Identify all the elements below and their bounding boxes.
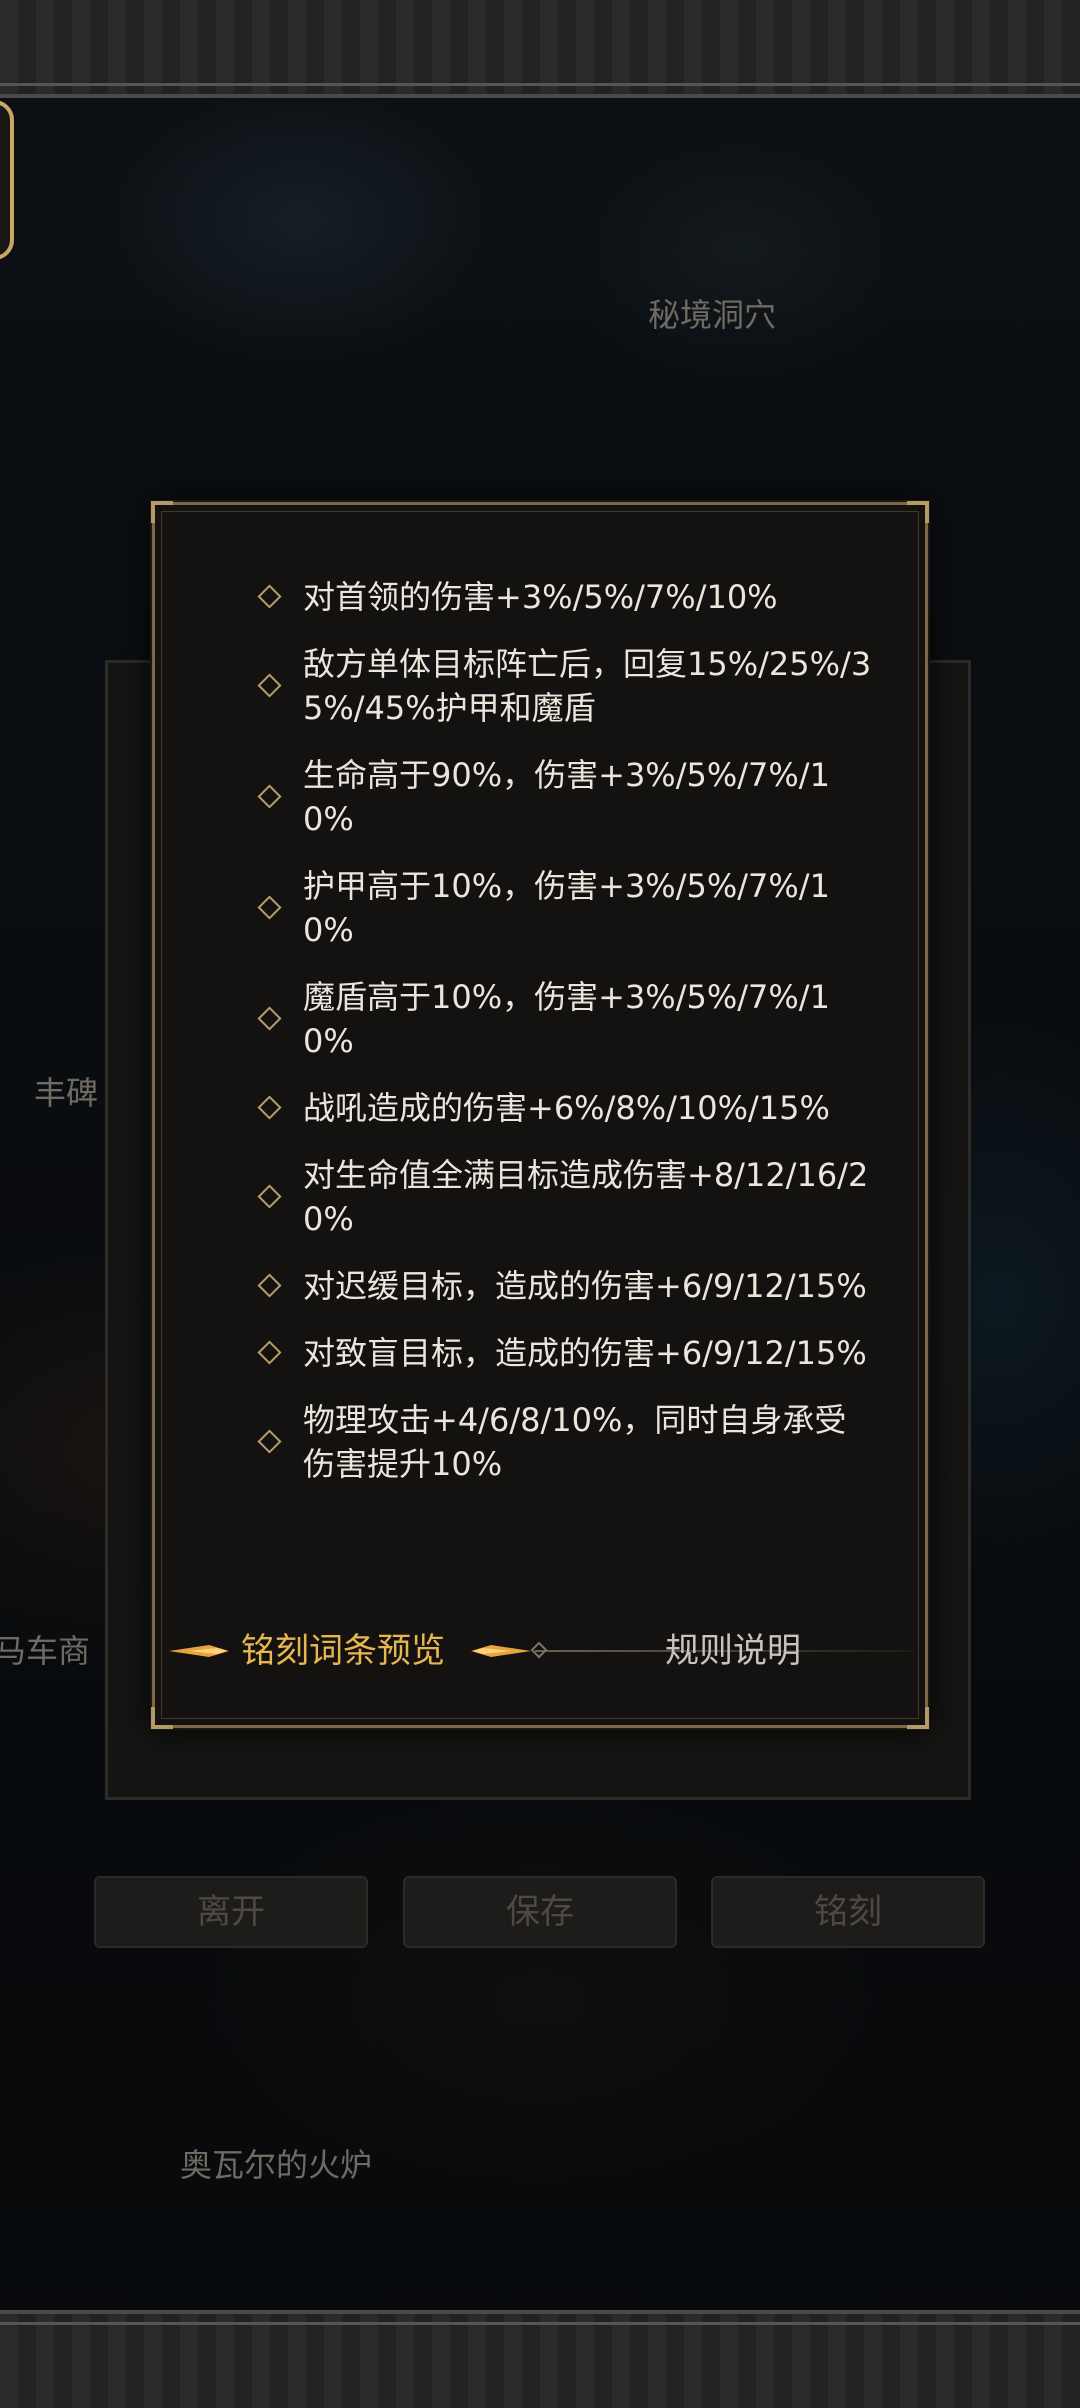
entry-text: 战吼造成的伤害+6%/8%/10%/15%	[303, 1089, 830, 1127]
diamond-bullet-icon	[257, 1340, 282, 1365]
entry-text: 护甲高于10%，伤害+3%/5%/7%/10%	[303, 867, 830, 949]
entry-text: 对致盲目标，造成的伤害+6/9/12/15%	[303, 1334, 867, 1372]
entry-text: 对迟缓目标，造成的伤害+6/9/12/15%	[303, 1267, 867, 1305]
top-ornate-frame	[0, 0, 1080, 98]
divider-diamond-icon	[530, 1641, 548, 1659]
corner-ornament	[151, 501, 173, 523]
location-label-carriage: 马车商	[0, 1632, 91, 1670]
entry-text: 物理攻击+4/6/8/10%，同时自身承受伤害提升10%	[303, 1401, 847, 1483]
left-edge-badge	[0, 100, 14, 260]
diamond-bullet-icon	[257, 895, 282, 920]
list-item: 对迟缓目标，造成的伤害+6/9/12/15%	[255, 1264, 875, 1308]
leave-button[interactable]: 离开	[94, 1876, 368, 1948]
diamond-bullet-icon	[257, 1273, 282, 1298]
bottom-ornate-frame	[0, 2310, 1080, 2408]
location-label-forge: 奥瓦尔的火炉	[180, 2146, 373, 2184]
location-label-secret-cave: 秘境洞穴	[648, 296, 777, 334]
diamond-bullet-icon	[257, 584, 282, 609]
diamond-bullet-icon	[257, 784, 282, 809]
diamond-bullet-icon	[257, 1184, 282, 1209]
flare-left-icon	[169, 1645, 229, 1657]
entry-text: 对生命值全满目标造成伤害+8/12/16/20%	[303, 1156, 869, 1238]
corner-ornament	[151, 1707, 173, 1729]
corner-ornament	[907, 501, 929, 523]
list-item: 战吼造成的伤害+6%/8%/10%/15%	[255, 1086, 875, 1130]
list-item: 魔盾高于10%，伤害+3%/5%/7%/10%	[255, 975, 875, 1063]
tab-rules[interactable]: 规则说明	[665, 1621, 801, 1681]
engrave-preview-modal: 对首领的伤害+3%/5%/7%/10% 敌方单体目标阵亡后，回复15%/25%/…	[151, 501, 931, 1729]
modal-tab-bar: 铭刻词条预览 规则说明	[155, 1621, 931, 1681]
list-item: 对致盲目标，造成的伤害+6/9/12/15%	[255, 1331, 875, 1375]
diamond-bullet-icon	[257, 1429, 282, 1454]
entry-text: 敌方单体目标阵亡后，回复15%/25%/35%/45%护甲和魔盾	[303, 645, 872, 727]
list-item: 对首领的伤害+3%/5%/7%/10%	[255, 575, 875, 619]
entry-text: 对首领的伤害+3%/5%/7%/10%	[303, 578, 778, 616]
list-item: 护甲高于10%，伤害+3%/5%/7%/10%	[255, 864, 875, 952]
diamond-bullet-icon	[257, 1006, 282, 1031]
list-item: 敌方单体目标阵亡后，回复15%/25%/35%/45%护甲和魔盾	[255, 642, 875, 730]
engrave-button[interactable]: 铭刻	[711, 1876, 985, 1948]
save-button[interactable]: 保存	[403, 1876, 677, 1948]
location-label-monument: 丰碑	[34, 1074, 99, 1112]
list-item: 物理攻击+4/6/8/10%，同时自身承受伤害提升10%	[255, 1398, 875, 1486]
corner-ornament	[907, 1707, 929, 1729]
entry-text: 生命高于90%，伤害+3%/5%/7%/10%	[303, 756, 830, 838]
engrave-entry-list: 对首领的伤害+3%/5%/7%/10% 敌方单体目标阵亡后，回复15%/25%/…	[255, 575, 875, 1486]
diamond-bullet-icon	[257, 673, 282, 698]
list-item: 对生命值全满目标造成伤害+8/12/16/20%	[255, 1153, 875, 1241]
flare-right-icon	[471, 1645, 531, 1657]
entry-text: 魔盾高于10%，伤害+3%/5%/7%/10%	[303, 978, 830, 1060]
list-item: 生命高于90%，伤害+3%/5%/7%/10%	[255, 753, 875, 841]
tab-engrave-preview[interactable]: 铭刻词条预览	[241, 1621, 445, 1681]
diamond-bullet-icon	[257, 1095, 282, 1120]
